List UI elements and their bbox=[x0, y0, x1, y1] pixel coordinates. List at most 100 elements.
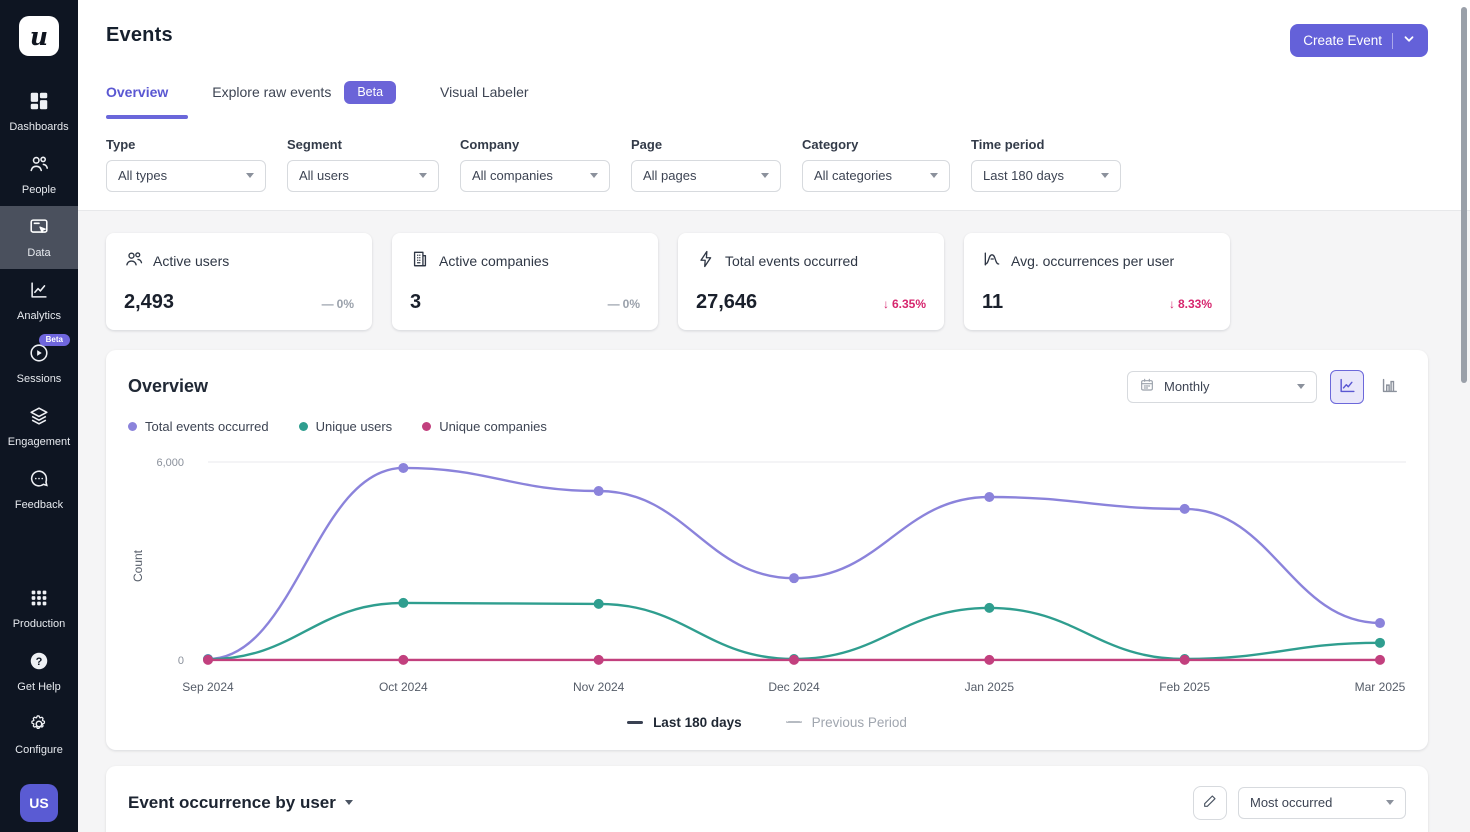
bell-curve-icon bbox=[982, 249, 1002, 274]
button-divider bbox=[1392, 33, 1393, 49]
legend-item-0[interactable]: Total events occurred bbox=[128, 419, 269, 434]
filter-company-select[interactable]: All companies bbox=[460, 160, 610, 192]
data-window-cursor-icon bbox=[28, 216, 50, 241]
sort-order-select[interactable]: Most occurred bbox=[1238, 787, 1406, 819]
filter-type: Type All types bbox=[106, 137, 266, 192]
tab-visual-labeler[interactable]: Visual Labeler bbox=[440, 81, 528, 119]
previous-period-label: Previous Period bbox=[812, 715, 907, 730]
vertical-scrollbar[interactable] bbox=[1461, 7, 1467, 383]
stat-card-delta: — 0% bbox=[322, 297, 354, 311]
delta-value: 8.33% bbox=[1178, 297, 1212, 311]
edit-button[interactable] bbox=[1193, 786, 1227, 820]
people-icon bbox=[28, 153, 50, 178]
filter-category-select[interactable]: All categories bbox=[802, 160, 950, 192]
gear-icon bbox=[28, 713, 50, 738]
stat-card-1: Active companies 3 — 0% bbox=[392, 233, 658, 330]
sidebar: u Dashboards People Data Analytics bbox=[0, 0, 78, 832]
analytics-chart-icon bbox=[28, 279, 50, 304]
app-logo[interactable]: u bbox=[19, 16, 59, 56]
sidebar-item-label: Production bbox=[13, 618, 66, 630]
legend-current-period[interactable]: Last 180 days bbox=[627, 715, 742, 730]
delta-direction-icon: ↓ bbox=[883, 297, 889, 311]
event-occurrence-title: Event occurrence by user bbox=[128, 793, 336, 813]
stat-card-3: Avg. occurrences per user 11 ↓ 8.33% bbox=[964, 233, 1230, 330]
filter-value: All categories bbox=[814, 168, 892, 183]
filter-value: Last 180 days bbox=[983, 168, 1064, 183]
stat-card-value: 2,493 bbox=[124, 291, 174, 314]
sidebar-item-dashboards[interactable]: Dashboards bbox=[0, 80, 78, 143]
legend-item-2[interactable]: Unique companies bbox=[422, 419, 547, 434]
granularity-select[interactable]: Monthly bbox=[1127, 371, 1317, 403]
filter-segment-select[interactable]: All users bbox=[287, 160, 439, 192]
sidebar-item-people[interactable]: People bbox=[0, 143, 78, 206]
sidebar-item-label: Configure bbox=[15, 744, 63, 756]
sidebar-item-feedback[interactable]: Feedback bbox=[0, 458, 78, 521]
sidebar-item-engagement[interactable]: Engagement bbox=[0, 395, 78, 458]
chevron-down-icon bbox=[419, 173, 427, 178]
create-event-button[interactable]: Create Event bbox=[1290, 24, 1428, 57]
tab-label: Overview bbox=[106, 84, 168, 100]
bar-chart-toggle[interactable] bbox=[1372, 370, 1406, 404]
tab-explore-raw-events[interactable]: Explore raw events Beta bbox=[212, 81, 396, 119]
main-area: Events Create Event Overview Explore raw… bbox=[78, 0, 1470, 832]
overview-panel: Overview Monthly Tot bbox=[106, 350, 1428, 750]
chevron-down-icon bbox=[1386, 800, 1394, 805]
sort-order-value: Most occurred bbox=[1250, 795, 1332, 810]
filter-value: All types bbox=[118, 168, 167, 183]
legend-dot bbox=[422, 422, 431, 431]
filter-label: Company bbox=[460, 137, 610, 152]
tab-overview[interactable]: Overview bbox=[106, 81, 168, 119]
filter-value: All users bbox=[299, 168, 349, 183]
sidebar-item-get-help[interactable]: ? Get Help bbox=[0, 640, 78, 703]
filter-label: Category bbox=[802, 137, 950, 152]
solid-line-swatch bbox=[627, 721, 643, 724]
layers-icon bbox=[28, 405, 50, 430]
filter-time-period-select[interactable]: Last 180 days bbox=[971, 160, 1121, 192]
sidebar-item-analytics[interactable]: Analytics bbox=[0, 269, 78, 332]
stat-card-2: Total events occurred 27,646 ↓ 6.35% bbox=[678, 233, 944, 330]
svg-text:6,000: 6,000 bbox=[156, 457, 184, 469]
user-avatar[interactable]: US bbox=[20, 784, 58, 822]
stat-card-value: 27,646 bbox=[696, 291, 757, 314]
sidebar-item-data[interactable]: Data bbox=[0, 206, 78, 269]
delta-direction-icon: ↓ bbox=[1169, 297, 1175, 311]
line-chart-toggle[interactable] bbox=[1330, 370, 1364, 404]
chevron-down-icon[interactable] bbox=[1403, 33, 1415, 48]
page-title: Events bbox=[106, 24, 173, 47]
svg-text:Oct 2024: Oct 2024 bbox=[379, 680, 428, 694]
sidebar-item-configure[interactable]: Configure bbox=[0, 703, 78, 766]
legend-label: Unique users bbox=[316, 419, 393, 434]
overview-line-chart[interactable]: 06,000CountSep 2024Oct 2024Nov 2024Dec 2… bbox=[128, 448, 1406, 698]
chevron-down-icon bbox=[761, 173, 769, 178]
filter-category: Category All categories bbox=[802, 137, 950, 192]
tab-label: Explore raw events bbox=[212, 84, 331, 100]
lightning-icon bbox=[696, 249, 716, 274]
stat-card-delta: ↓ 6.35% bbox=[883, 297, 926, 311]
delta-direction-icon: — bbox=[608, 297, 620, 311]
stat-card-value: 3 bbox=[410, 291, 421, 314]
event-occurrence-title-dropdown[interactable]: Event occurrence by user bbox=[128, 793, 353, 813]
granularity-value: Monthly bbox=[1164, 379, 1288, 394]
stat-card-delta: ↓ 8.33% bbox=[1169, 297, 1212, 311]
tab-bar: Overview Explore raw events Beta Visual … bbox=[106, 81, 1428, 119]
question-circle-icon: ? bbox=[28, 650, 50, 675]
legend-item-1[interactable]: Unique users bbox=[299, 419, 393, 434]
chevron-down-icon bbox=[930, 173, 938, 178]
sidebar-item-sessions[interactable]: Beta Sessions bbox=[0, 332, 78, 395]
stat-cards-row: Active users 2,493 — 0% Active companies… bbox=[106, 233, 1428, 330]
legend-label: Unique companies bbox=[439, 419, 547, 434]
sidebar-item-production[interactable]: Production bbox=[0, 577, 78, 640]
sidebar-item-label: Get Help bbox=[17, 681, 60, 693]
grid-dots-icon bbox=[28, 587, 50, 612]
svg-text:Jan 2025: Jan 2025 bbox=[965, 680, 1015, 694]
filter-page-select[interactable]: All pages bbox=[631, 160, 781, 192]
filter-company: Company All companies bbox=[460, 137, 610, 192]
legend-previous-period[interactable]: Previous Period bbox=[786, 715, 907, 730]
filter-type-select[interactable]: All types bbox=[106, 160, 266, 192]
filter-label: Page bbox=[631, 137, 781, 152]
delta-value: 0% bbox=[623, 297, 640, 311]
delta-direction-icon: — bbox=[322, 297, 334, 311]
chevron-down-icon bbox=[1297, 384, 1305, 389]
filter-label: Segment bbox=[287, 137, 439, 152]
chart-legend: Total events occurred Unique users Uniqu… bbox=[128, 419, 1406, 434]
